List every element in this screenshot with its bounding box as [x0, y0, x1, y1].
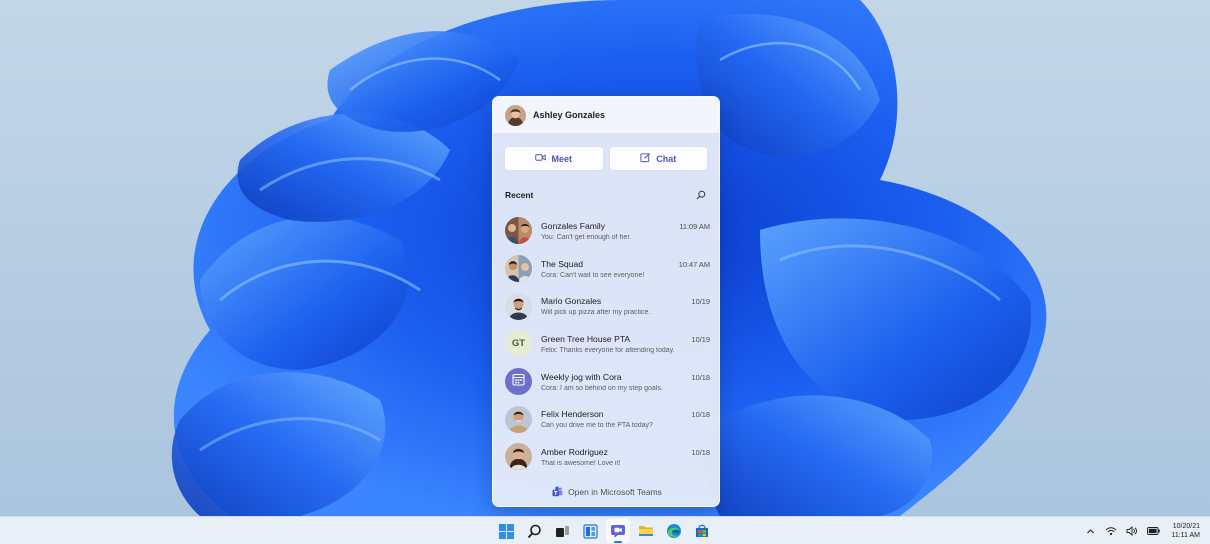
- chat-label: Chat: [656, 153, 677, 164]
- conversation-preview: You: Can't get enough of her.: [541, 233, 632, 241]
- conversation-name: The Squad: [541, 258, 584, 269]
- store-icon[interactable]: [690, 519, 714, 543]
- open-in-teams-label: Open in Microsoft Teams: [568, 487, 662, 497]
- flyout-header: Ashley Gonzales: [493, 97, 719, 134]
- conversation-preview: Will pick up pizza after my practice.: [541, 309, 651, 317]
- battery-icon[interactable]: [1146, 524, 1160, 538]
- user-avatar[interactable]: [505, 104, 526, 126]
- contact-avatar: [505, 443, 532, 471]
- conversation-name: Amber Rodriguez: [541, 446, 608, 457]
- teams-chat-flyout: Ashley Gonzales Meet Chat Recent Gonzale…: [492, 96, 720, 507]
- conversation-preview: Cora: I am so behind on my step goals.: [541, 384, 663, 392]
- user-name: Ashley Gonzales: [533, 110, 606, 120]
- volume-icon[interactable]: [1125, 524, 1139, 538]
- conversation-time: 10/18: [691, 410, 711, 420]
- conversation-name: Green Tree House PTA: [541, 333, 631, 344]
- system-tray: 10/20/21 11:11 AM: [1083, 517, 1200, 544]
- widgets-icon[interactable]: [578, 519, 602, 543]
- search-icon[interactable]: [695, 189, 707, 201]
- conversation-name: Felix Henderson: [541, 409, 604, 420]
- conversation-preview: Can you drive me to the PTA today?: [541, 422, 653, 430]
- conversation-preview: Cora: Can't wait to see everyone!: [541, 271, 645, 279]
- conversation-time: 10/18: [691, 372, 711, 382]
- clock-time: 11:11 AM: [1171, 532, 1200, 539]
- contact-avatar: [505, 292, 532, 320]
- wifi-icon[interactable]: [1104, 524, 1118, 538]
- conversation-item[interactable]: Mario Gonzales 10/19 Will pick up pizza …: [493, 287, 719, 325]
- search-icon[interactable]: [522, 519, 546, 543]
- calendar-icon: [512, 373, 525, 391]
- clock-date: 10/20/21: [1172, 523, 1200, 530]
- chevron-up-icon[interactable]: [1083, 524, 1097, 538]
- conversation-preview: Felix: Thanks everyone for attending tod…: [541, 346, 675, 354]
- taskbar: 10/20/21 11:11 AM: [0, 516, 1210, 544]
- conversation-item[interactable]: Weekly jog with Cora 10/18 Cora: I am so…: [493, 363, 719, 401]
- file-explorer-icon[interactable]: [634, 519, 658, 543]
- taskbar-apps: [494, 517, 714, 544]
- open-in-teams-link[interactable]: Open in Microsoft Teams: [493, 477, 719, 506]
- action-buttons: Meet Chat: [493, 134, 719, 171]
- conversation-item[interactable]: Amber Rodriguez 10/18 That is awesome! L…: [493, 438, 719, 476]
- contact-avatar: [505, 405, 532, 433]
- group-avatar: [505, 255, 532, 283]
- conversation-list: Gonzales Family 11:09 AM You: Can't get …: [493, 212, 719, 476]
- conversation-name: Mario Gonzales: [541, 296, 602, 307]
- meet-label: Meet: [551, 153, 572, 164]
- conversation-item[interactable]: Felix Henderson 10/18 Can you drive me t…: [493, 400, 719, 438]
- conversation-item[interactable]: GT Green Tree House PTA 10/19 Felix: Tha…: [493, 325, 719, 363]
- conversation-name: Gonzales Family: [541, 220, 605, 231]
- conversation-time: 10:47 AM: [678, 259, 710, 269]
- clock[interactable]: 10/20/21 11:11 AM: [1171, 522, 1200, 540]
- meeting-avatar: [505, 368, 532, 396]
- group-avatar: [505, 217, 532, 245]
- teams-chat-icon[interactable]: [606, 519, 630, 543]
- video-camera-icon: [535, 152, 547, 165]
- conversation-name: Weekly jog with Cora: [541, 371, 622, 382]
- teams-icon: [552, 486, 563, 499]
- compose-icon: [640, 152, 651, 165]
- conversation-item[interactable]: The Squad 10:47 AM Cora: Can't wait to s…: [493, 250, 719, 288]
- recent-label: Recent: [505, 190, 534, 200]
- conversation-preview: That is awesome! Love it!: [541, 459, 621, 467]
- task-view-icon[interactable]: [550, 519, 574, 543]
- conversation-time: 10/19: [691, 334, 711, 344]
- conversation-time: 11:09 AM: [679, 221, 710, 231]
- chat-button[interactable]: Chat: [608, 146, 708, 171]
- recent-header: Recent: [493, 171, 719, 201]
- windows-start-icon[interactable]: [494, 519, 518, 543]
- initials-avatar: GT: [505, 330, 532, 358]
- conversation-time: 10/19: [691, 297, 711, 307]
- meet-button[interactable]: Meet: [504, 146, 604, 171]
- conversation-item[interactable]: Gonzales Family 11:09 AM You: Can't get …: [493, 212, 719, 250]
- edge-icon[interactable]: [662, 519, 686, 543]
- conversation-time: 10/18: [691, 447, 711, 457]
